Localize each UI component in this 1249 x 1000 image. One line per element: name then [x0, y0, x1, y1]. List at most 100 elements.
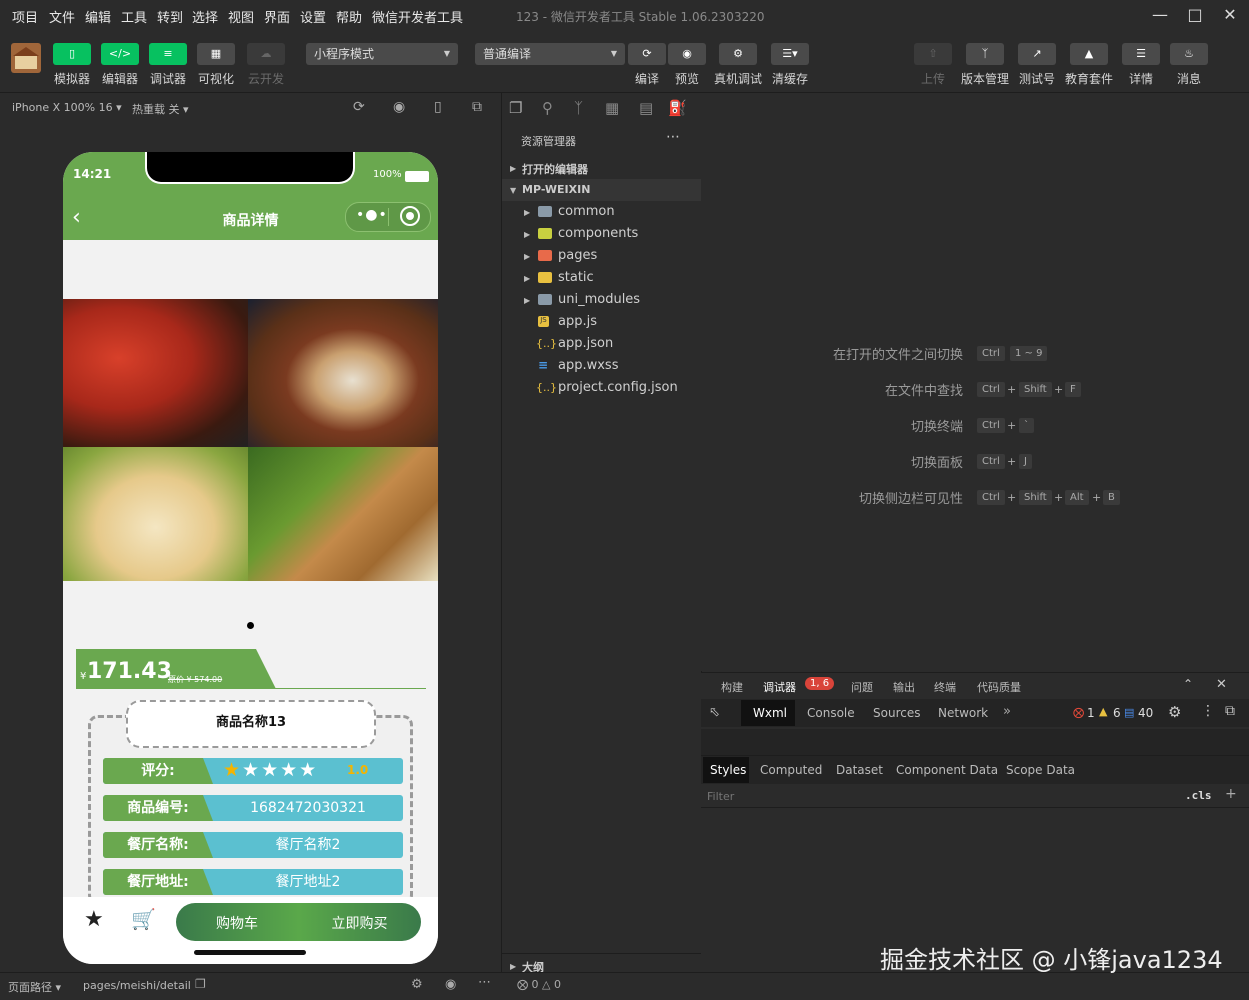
tab-console[interactable]: Console	[807, 706, 855, 720]
key-cap: J	[1019, 454, 1032, 469]
menu-settings[interactable]: 设置	[300, 7, 326, 26]
clear-cache-button[interactable]: ☰▾	[771, 43, 809, 65]
files-icon[interactable]: ❐	[509, 99, 522, 117]
tab-code-quality[interactable]: 代码质量	[977, 679, 1021, 695]
tab-problems[interactable]: 问题	[851, 679, 873, 695]
cart-icon[interactable]: 🛒	[131, 907, 156, 931]
stop-icon[interactable]: ◉	[393, 99, 405, 115]
file-project-config-json[interactable]: project.config.json	[558, 380, 678, 395]
tab-dataset[interactable]: Dataset	[836, 763, 883, 777]
inspect-element-icon[interactable]: ⬁	[709, 705, 720, 720]
bug-icon[interactable]: ⚙	[411, 977, 423, 992]
cloud-button[interactable]: ☁	[247, 43, 285, 65]
folder-common[interactable]: common	[558, 204, 615, 219]
close-target-icon[interactable]	[400, 206, 420, 226]
tab-styles[interactable]: Styles	[703, 757, 749, 783]
edu-button[interactable]: ▲	[1070, 43, 1108, 65]
copy-icon[interactable]: ❐	[195, 977, 206, 991]
maximize-icon[interactable]: □	[1182, 4, 1208, 26]
more-actions-icon[interactable]: ⋯	[666, 129, 680, 145]
tab-debugger[interactable]: 调试器	[763, 679, 796, 695]
open-editors-section[interactable]: 打开的编辑器	[522, 161, 588, 177]
simulator-button[interactable]: ▯	[53, 43, 91, 65]
dock-icon[interactable]: ⧉	[1225, 703, 1235, 719]
warning-count[interactable]: 6	[1113, 706, 1121, 720]
gear-icon[interactable]: ⚙	[1168, 703, 1181, 721]
folder-components[interactable]: components	[558, 226, 638, 241]
cls-toggle[interactable]: .cls	[1185, 789, 1212, 802]
menu-project[interactable]: 项目	[12, 7, 38, 26]
version-button[interactable]: ᛉ	[966, 43, 1004, 65]
rotate-icon[interactable]: ⟳	[353, 99, 365, 115]
swiper-dot[interactable]	[247, 622, 254, 629]
buy-now-button[interactable]: 立即购买	[298, 913, 421, 933]
remote-debug-button[interactable]: ⚙	[719, 43, 757, 65]
upload-button[interactable]: ⇧	[914, 43, 952, 65]
source-control-icon[interactable]: ᛉ	[574, 99, 583, 117]
menu-wechat-devtools[interactable]: 微信开发者工具	[372, 7, 463, 26]
project-avatar[interactable]	[11, 43, 41, 73]
more-icon[interactable]: •●•	[356, 207, 388, 223]
folder-static[interactable]: static	[558, 270, 594, 285]
add-to-cart-button[interactable]: 购物车	[176, 913, 298, 933]
tab-network[interactable]: Network	[938, 706, 988, 720]
problems-status[interactable]: ⨂ 0 △ 0	[517, 978, 561, 991]
tab-scope-data[interactable]: Scope Data	[1006, 763, 1075, 777]
favorite-star-icon[interactable]: ★	[84, 907, 104, 932]
device-select[interactable]: iPhone X 100% 16 ▾	[12, 101, 122, 114]
eye-icon[interactable]: ◉	[445, 977, 456, 992]
menu-help[interactable]: 帮助	[336, 7, 362, 26]
debugger-button[interactable]: ≡	[149, 43, 187, 65]
storage-icon[interactable]: ▤	[639, 99, 653, 117]
tab-sources[interactable]: Sources	[873, 706, 920, 720]
menu-edit[interactable]: 编辑	[85, 7, 111, 26]
messages-button[interactable]: ♨	[1170, 43, 1208, 65]
device-icon[interactable]: ▯	[434, 99, 442, 115]
error-count[interactable]: 1	[1087, 706, 1095, 720]
file-app-wxss[interactable]: app.wxss	[558, 358, 618, 373]
visual-button[interactable]: ▦	[197, 43, 235, 65]
product-image-swiper[interactable]	[63, 299, 438, 581]
styles-filter-input[interactable]	[705, 787, 1169, 805]
info-count[interactable]: 40	[1138, 706, 1153, 720]
compile-button[interactable]: ⟳	[628, 43, 666, 65]
tab-wxml[interactable]: Wxml	[741, 700, 795, 726]
tab-terminal[interactable]: 终端	[934, 679, 956, 695]
tab-component-data[interactable]: Component Data	[896, 763, 998, 777]
close-panel-icon[interactable]: ✕	[1216, 677, 1227, 692]
close-icon[interactable]: ✕	[1217, 4, 1243, 26]
more-actions-icon[interactable]: ⋯	[478, 975, 491, 990]
file-app-js[interactable]: app.js	[558, 314, 597, 329]
compile-select[interactable]: 普通编译 ▼	[475, 43, 625, 65]
menu-interface[interactable]: 界面	[264, 7, 290, 26]
menu-goto[interactable]: 转到	[157, 7, 183, 26]
menu-view[interactable]: 视图	[228, 7, 254, 26]
test-button[interactable]: ↗	[1018, 43, 1056, 65]
folder-uni-modules[interactable]: uni_modules	[558, 292, 640, 307]
dom-tree-area[interactable]	[701, 729, 1249, 756]
menu-tools[interactable]: 工具	[121, 7, 147, 26]
tab-build[interactable]: 构建	[721, 679, 743, 695]
hot-reload-select[interactable]: 热重载 关 ▾	[132, 101, 189, 117]
add-rule-icon[interactable]: +	[1225, 786, 1237, 802]
extensions-icon[interactable]: ▦	[605, 99, 619, 117]
details-button[interactable]: ☰	[1122, 43, 1160, 65]
detach-window-icon[interactable]: ⧉	[472, 99, 482, 115]
page-path-select[interactable]: 页面路径 ▾	[8, 979, 61, 995]
key-cap: B	[1103, 490, 1120, 505]
tab-computed[interactable]: Computed	[760, 763, 822, 777]
search-icon[interactable]: ⚲	[542, 99, 553, 117]
folder-pages[interactable]: pages	[558, 248, 597, 263]
editor-button[interactable]: </>	[101, 43, 139, 65]
chevron-up-icon[interactable]: ⌃	[1183, 677, 1193, 691]
preview-button[interactable]: ◉	[668, 43, 706, 65]
tab-output[interactable]: 输出	[893, 679, 915, 695]
menu-file[interactable]: 文件	[49, 7, 75, 26]
minimize-icon[interactable]: —	[1147, 4, 1173, 26]
file-app-json[interactable]: app.json	[558, 336, 613, 351]
menu-select[interactable]: 选择	[192, 7, 218, 26]
kebab-menu-icon[interactable]: ⋮	[1201, 703, 1215, 719]
docker-icon[interactable]: ⛽	[668, 99, 687, 117]
more-tabs-icon[interactable]: »	[1003, 704, 1011, 719]
mode-select[interactable]: 小程序模式 ▼	[306, 43, 458, 65]
